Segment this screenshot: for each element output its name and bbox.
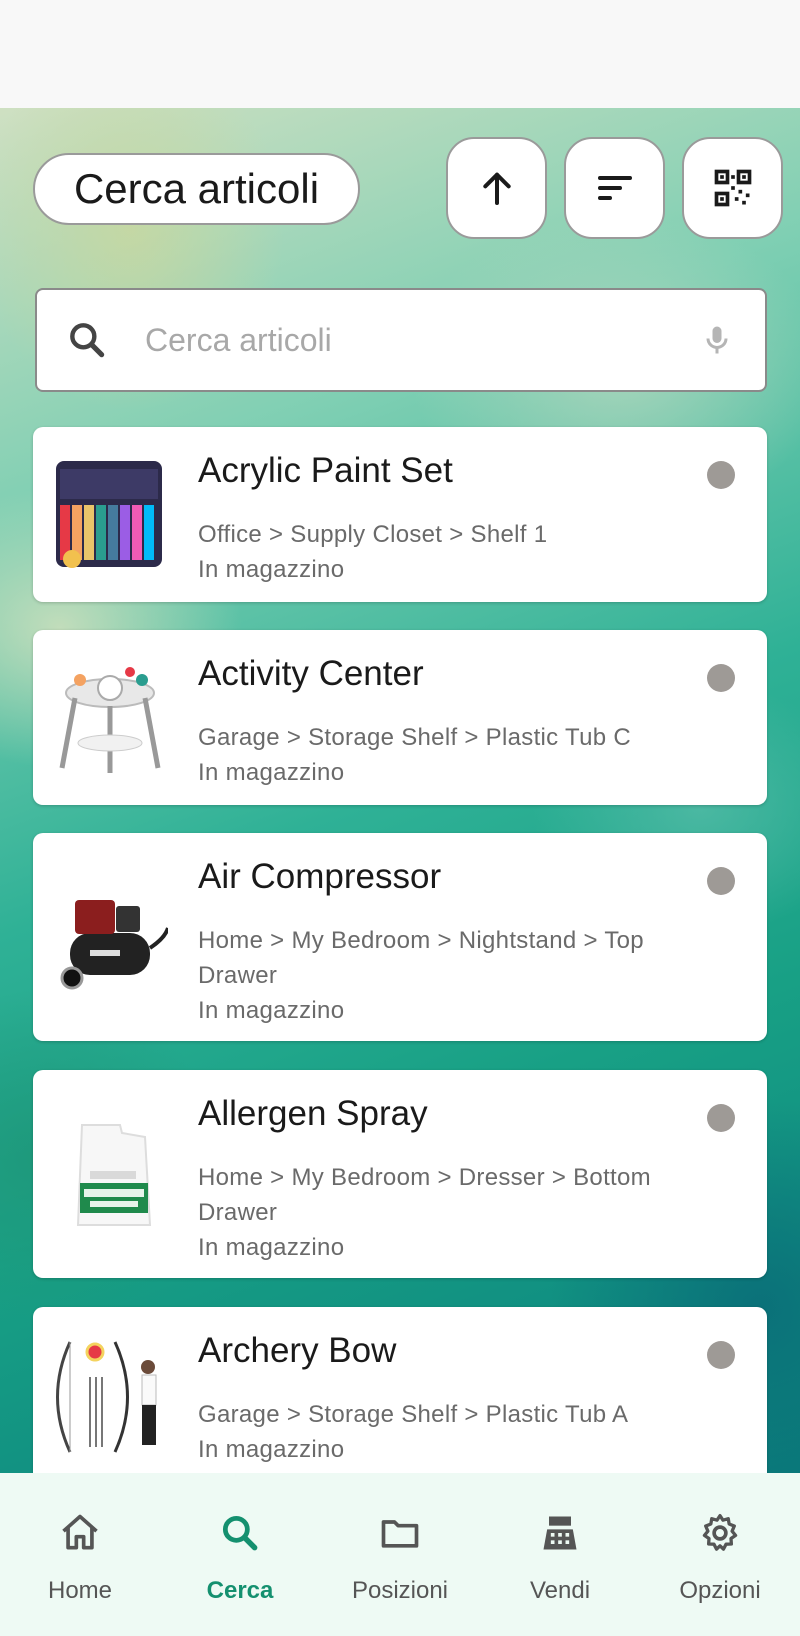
- item-name: Air Compressor: [198, 857, 442, 896]
- status-dot: [707, 461, 735, 489]
- item-image: [56, 461, 162, 568]
- status-dot: [707, 1104, 735, 1132]
- nav-label: Opzioni: [679, 1577, 761, 1604]
- nav-item-cerca[interactable]: Cerca: [160, 1473, 320, 1636]
- search-input[interactable]: [143, 320, 699, 360]
- home-icon: [58, 1511, 102, 1555]
- qr-code-icon: [714, 169, 751, 207]
- cash-register-icon: [538, 1511, 582, 1555]
- nav-item-home[interactable]: Home: [0, 1473, 160, 1636]
- sort-button[interactable]: [564, 137, 665, 239]
- item-location: Garage > Storage Shelf > Plastic Tub A: [198, 1401, 629, 1428]
- nav-item-opzioni[interactable]: Opzioni: [640, 1473, 800, 1636]
- item-name: Archery Bow: [198, 1331, 397, 1370]
- item-status: In magazzino: [198, 759, 345, 786]
- gear-icon: [698, 1511, 742, 1555]
- list-item[interactable]: Allergen Spray Home > My Bedroom > Dress…: [33, 1070, 767, 1278]
- item-location: Home > My Bedroom > Nightstand > Top Dra…: [198, 927, 644, 989]
- item-location: Office > Supply Closet > Shelf 1: [198, 521, 548, 548]
- item-status: In magazzino: [198, 1436, 345, 1463]
- status-dot: [707, 1341, 735, 1369]
- item-image: [59, 667, 161, 773]
- search-icon: [218, 1511, 262, 1555]
- nav-item-posizioni[interactable]: Posizioni: [320, 1473, 480, 1636]
- nav-label: Home: [47, 1577, 113, 1604]
- item-image: [56, 1341, 157, 1453]
- nav-label: Cerca: [206, 1577, 274, 1604]
- page-title: Cerca articoli: [33, 153, 360, 225]
- list-item[interactable]: Activity Center Garage > Storage Shelf >…: [33, 630, 767, 805]
- item-name: Allergen Spray: [198, 1094, 428, 1133]
- bottom-navigation: Home Cerca Posizioni Vendi Opzioni: [0, 1473, 800, 1636]
- list-item[interactable]: Acrylic Paint Set Office > Supply Closet…: [33, 427, 767, 602]
- item-status: In magazzino: [198, 556, 345, 583]
- status-dot: [707, 664, 735, 692]
- item-location: Garage > Storage Shelf > Plastic Tub C: [198, 724, 631, 751]
- sort-direction-button[interactable]: [446, 137, 547, 239]
- nav-label: Posizioni: [351, 1577, 449, 1604]
- item-image: [76, 1124, 152, 1226]
- folder-icon: [378, 1511, 422, 1555]
- nav-item-vendi[interactable]: Vendi: [480, 1473, 640, 1636]
- list-item[interactable]: Air Compressor Home > My Bedroom > Night…: [33, 833, 767, 1041]
- item-image: [60, 900, 168, 990]
- arrow-up-icon: [482, 172, 511, 205]
- item-name: Acrylic Paint Set: [198, 451, 453, 490]
- status-bar-area: [0, 0, 800, 108]
- item-location: Home > My Bedroom > Dresser > Bottom Dra…: [198, 1164, 651, 1226]
- item-status: In magazzino: [198, 997, 345, 1024]
- item-status: In magazzino: [198, 1234, 345, 1261]
- nav-label: Vendi: [529, 1577, 591, 1604]
- microphone-icon[interactable]: [699, 318, 735, 362]
- qr-scan-button[interactable]: [682, 137, 783, 239]
- list-item[interactable]: Archery Bow Garage > Storage Shelf > Pla…: [33, 1307, 767, 1497]
- search-icon: [65, 318, 109, 362]
- item-name: Activity Center: [198, 654, 424, 693]
- sort-icon: [597, 176, 632, 200]
- status-dot: [707, 867, 735, 895]
- search-bar: [35, 288, 767, 392]
